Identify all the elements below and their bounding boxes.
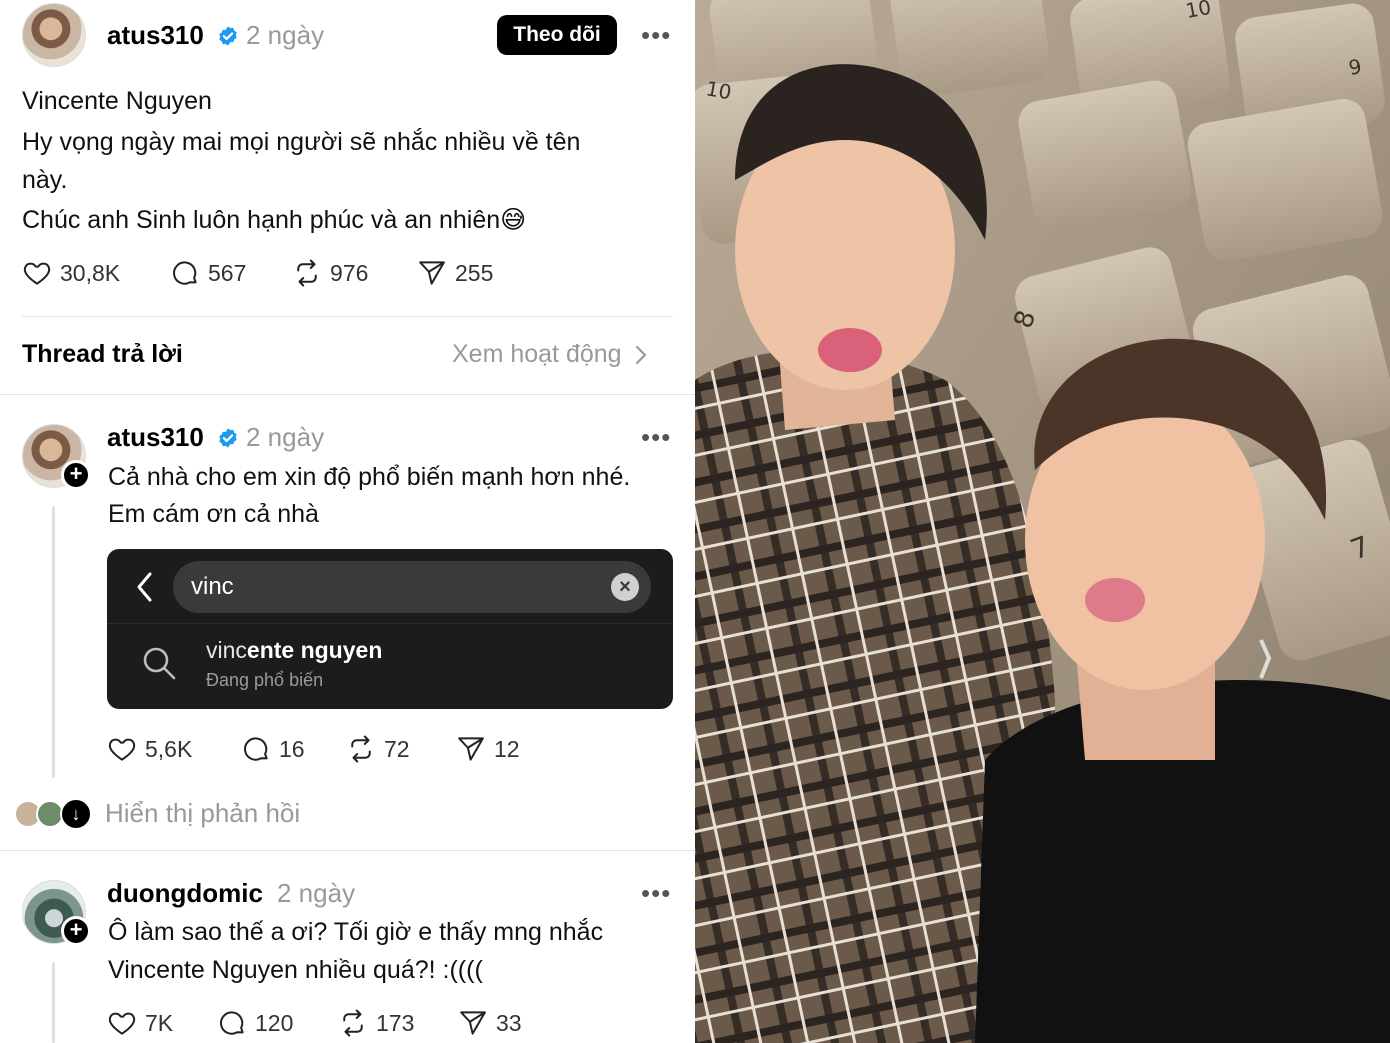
thread-line	[52, 506, 55, 778]
lips-right	[1085, 578, 1145, 622]
clear-icon: ×	[611, 573, 639, 601]
comment-icon	[244, 737, 268, 761]
reply1-repost-count: 72	[384, 735, 410, 762]
reply1-line-1: Cả nhà cho em xin độ phổ biến mạnh hơn n…	[108, 463, 631, 491]
reply2-share-count: 33	[496, 1009, 522, 1036]
lips-left	[818, 328, 882, 372]
post-comment-count: 567	[208, 259, 247, 286]
divider	[0, 850, 695, 851]
comment-icon	[173, 261, 197, 285]
thread-line	[52, 962, 55, 1043]
arrow-down-icon: ↓	[60, 798, 92, 830]
back-chevron-icon	[135, 571, 155, 611]
search-field: vinc ×	[173, 561, 651, 613]
post-line-2: Hy vọng ngày mai mọi người sẽ nhắc nhiều…	[22, 128, 581, 156]
search-query: vinc	[191, 573, 234, 600]
reply2-time: 2 ngày	[277, 878, 356, 908]
suggestion-rest: ente nguyen	[246, 637, 383, 663]
suggestion-typed: vinc	[206, 637, 247, 663]
post-line-1: Vincente Nguyen	[22, 87, 212, 115]
section-title: Thread trả lời	[22, 340, 183, 368]
selfie-photo: 10 10 9 8 7	[695, 0, 1390, 1043]
threads-panel: atus310 2 ngày Theo dõi ••• Vincente Ngu…	[0, 0, 695, 1043]
reply2-repost-count: 173	[376, 1009, 415, 1036]
divider	[107, 623, 673, 624]
follow-plus-icon[interactable]: +	[61, 916, 91, 946]
post-repost-button[interactable]: 976	[292, 258, 368, 288]
seat-number-2: 10	[704, 76, 733, 104]
reply1-author-username[interactable]: atus310	[107, 422, 204, 453]
divider	[0, 394, 695, 395]
view-activity-label: Xem hoạt động	[452, 340, 622, 368]
reply2-author-username[interactable]: duongdomic	[107, 878, 263, 909]
post-comment-button[interactable]: 567	[170, 258, 246, 288]
post-share-count: 255	[455, 259, 494, 286]
reply2-repost-button[interactable]: 173	[338, 1008, 414, 1038]
reply1-comment-count: 16	[279, 735, 305, 762]
photo-illustration: 10 10 9 8 7	[695, 0, 1390, 1043]
reply1-share-button[interactable]: 12	[456, 734, 520, 764]
reply1-more-icon[interactable]: •••	[641, 424, 671, 450]
post-line-4: Chúc anh Sinh luôn hạnh phúc và an nhiên…	[22, 206, 527, 234]
reply1-time: 2 ngày	[246, 422, 325, 452]
reply2-comment-button[interactable]: 120	[217, 1008, 293, 1038]
reply2-line-2: Vincente Nguyen nhiều quá?! :((((	[108, 956, 483, 984]
post-author-username[interactable]: atus310	[107, 20, 204, 51]
verified-badge-icon	[219, 26, 237, 46]
repost-icon	[351, 735, 371, 763]
reply1-share-count: 12	[494, 735, 520, 762]
search-icon	[143, 647, 176, 680]
replier-avatars: ↓	[14, 798, 94, 830]
reply2-more-icon[interactable]: •••	[641, 880, 671, 906]
verified-badge-icon	[219, 428, 237, 448]
send-icon	[458, 737, 484, 761]
chevron-right-icon	[635, 345, 646, 364]
reply2-share-button[interactable]: 33	[458, 1008, 522, 1038]
reply2-like-button[interactable]: 7K	[107, 1008, 173, 1038]
comment-icon	[220, 1011, 244, 1035]
reply1-like-button[interactable]: 5,6K	[107, 734, 192, 764]
suggestion-title: vincente nguyen	[206, 637, 382, 664]
post-line-3: này.	[22, 166, 68, 194]
post-more-icon[interactable]: •••	[641, 22, 671, 48]
heart-icon	[108, 1012, 136, 1035]
reply2-comment-count: 120	[255, 1009, 294, 1036]
reply1-repost-button[interactable]: 72	[346, 734, 410, 764]
suggestion-subtitle: Đang phổ biến	[206, 670, 324, 690]
show-replies-link[interactable]: Hiển thị phản hồi	[105, 798, 300, 829]
heart-icon	[23, 262, 51, 285]
send-icon	[419, 261, 445, 285]
post-repost-count: 976	[330, 259, 369, 286]
post-share-button[interactable]: 255	[417, 258, 493, 288]
reply2-like-count: 7K	[145, 1009, 174, 1036]
follow-plus-icon[interactable]: +	[61, 460, 91, 490]
view-activity-link[interactable]: Xem hoạt động	[452, 340, 648, 369]
post-like-button[interactable]: 30,8K	[22, 258, 120, 288]
post-author-avatar[interactable]	[22, 3, 86, 67]
divider	[22, 316, 673, 317]
embedded-search-screenshot[interactable]: vinc × vincente nguyen Đang phổ biến	[107, 549, 673, 709]
heart-icon	[108, 738, 136, 761]
reply2-line-1: Ô làm sao thế a ơi? Tối giờ e thấy mng n…	[108, 918, 604, 946]
follow-button[interactable]: Theo dõi	[497, 15, 617, 55]
send-icon	[460, 1011, 486, 1035]
post-like-count: 30,8K	[60, 259, 121, 286]
repost-icon	[297, 259, 317, 287]
post-time: 2 ngày	[246, 20, 325, 50]
reply1-line-2: Em cám ơn cả nhà	[108, 500, 319, 528]
repost-icon	[343, 1009, 363, 1037]
reply1-like-count: 5,6K	[145, 735, 193, 762]
reply1-comment-button[interactable]: 16	[241, 734, 305, 764]
